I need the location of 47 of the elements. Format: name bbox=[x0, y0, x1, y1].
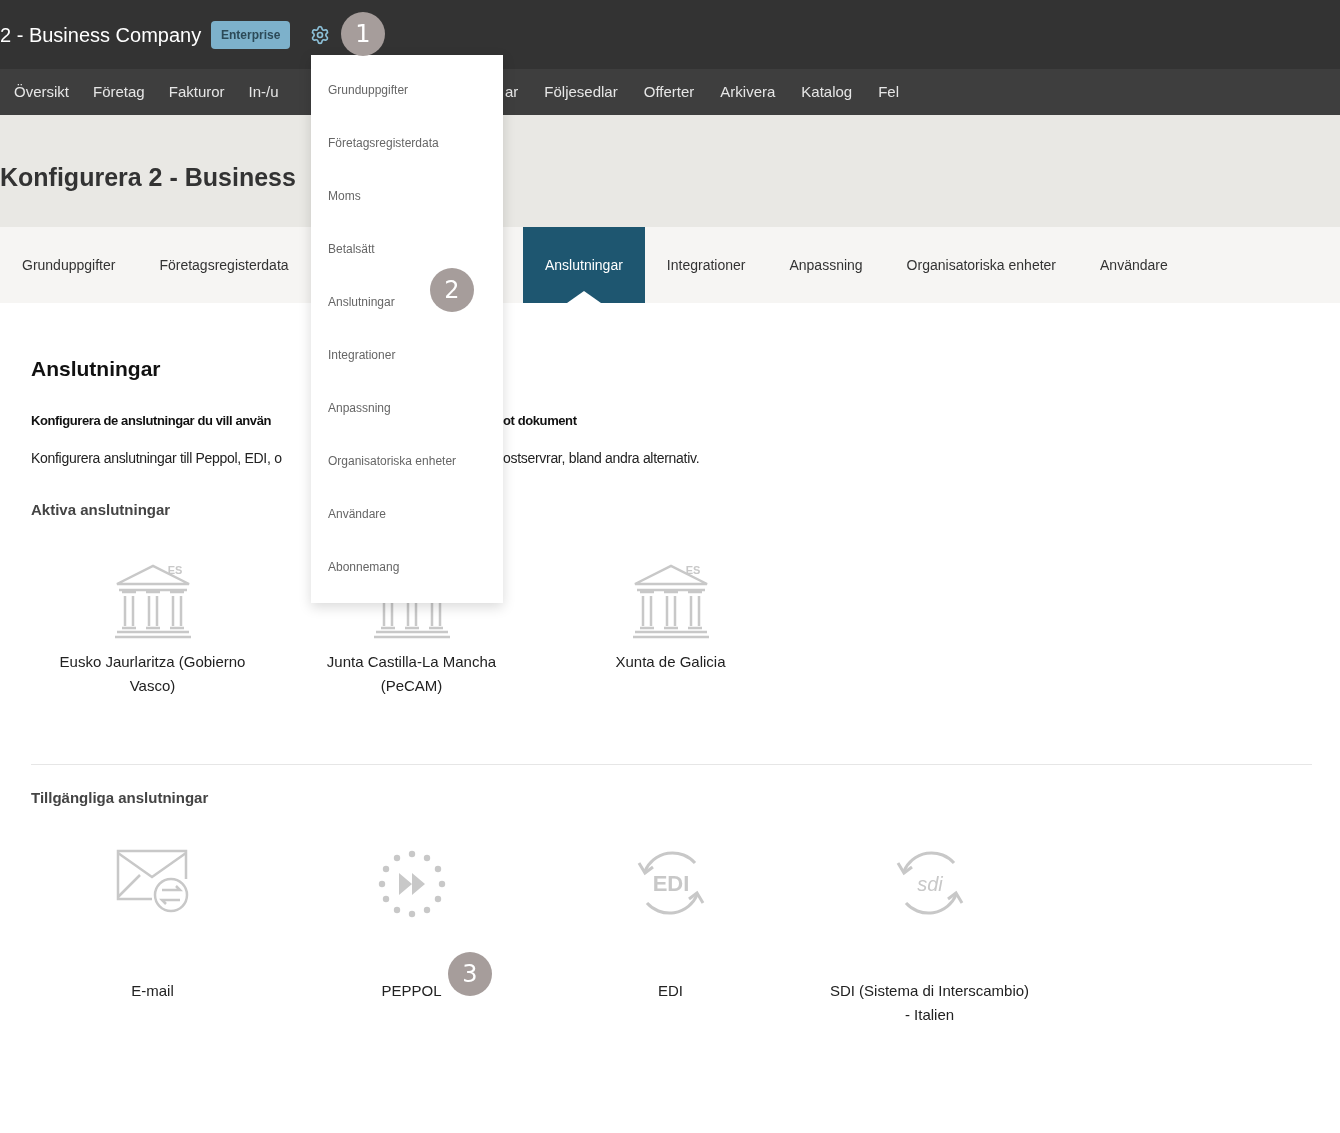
page-title: Konfigurera 2 - Business bbox=[0, 162, 296, 194]
nav-item[interactable]: Katalog bbox=[801, 80, 853, 104]
menu-item[interactable]: Abonnemang bbox=[328, 557, 400, 576]
tab[interactable]: Organisatoriska enheter bbox=[884, 227, 1079, 303]
tab[interactable]: Företagsregisterdata bbox=[137, 227, 311, 303]
nav-item[interactable]: Offerter bbox=[643, 80, 695, 104]
connection-label[interactable]: EDI bbox=[570, 979, 771, 1003]
nav-item[interactable]: Arkivera bbox=[720, 80, 776, 104]
section-title: Anslutningar bbox=[31, 356, 161, 382]
nav-item[interactable]: In-/u bbox=[248, 80, 279, 104]
lead-text: ot dokument bbox=[503, 411, 577, 430]
subsection-title: Aktiva anslutningar bbox=[31, 500, 171, 520]
lead-text: Konfigurera de anslutningar du vill använ bbox=[31, 412, 272, 428]
nav-item[interactable]: ar bbox=[505, 80, 519, 104]
tab[interactable]: Integrationer bbox=[644, 227, 768, 303]
settings-icon[interactable] bbox=[310, 24, 331, 45]
tab[interactable]: Användare bbox=[1078, 227, 1190, 303]
connection-label[interactable]: Xunta de Galicia bbox=[570, 649, 771, 674]
connection-label[interactable]: SDI (Sistema di Interscambio) - Italien bbox=[829, 979, 1030, 1027]
subsection-title: Tillgängliga anslutningar bbox=[31, 787, 209, 808]
description-text: ostservrar, bland andra alternativ. bbox=[503, 449, 700, 468]
callout-number: 3 bbox=[448, 952, 492, 996]
connection-label[interactable]: E-mail bbox=[52, 979, 253, 1003]
nav-item[interactable]: Fel bbox=[878, 80, 900, 104]
company-name: 2 - Business Company bbox=[0, 23, 202, 46]
star-ring-forward-icon bbox=[376, 849, 447, 919]
menu-item[interactable]: Organisatoriska enheter bbox=[328, 451, 457, 470]
menu-item[interactable]: Anpassning bbox=[328, 398, 391, 417]
nav-item[interactable]: Företag bbox=[93, 80, 145, 104]
menu-item[interactable]: Användare bbox=[328, 504, 387, 523]
description-text: Konfigurera anslutningar till Peppol, EDI, o bbox=[31, 450, 282, 466]
menu-item[interactable]: Integrationer bbox=[328, 345, 396, 364]
menu-item[interactable]: Betalsätt bbox=[328, 239, 375, 258]
connection-label[interactable]: Junta Castilla-La Mancha (PeCAM) bbox=[311, 649, 512, 698]
menu-item[interactable]: Anslutningar bbox=[328, 292, 395, 311]
nav-item[interactable]: Översikt bbox=[14, 80, 69, 104]
tab[interactable]: Anslutningar bbox=[523, 227, 645, 303]
connection-label[interactable]: Eusko Jaurlaritza (Gobierno Vasco) bbox=[52, 649, 253, 698]
menu-item[interactable]: Företagsregisterdata bbox=[328, 133, 439, 152]
envelope-exchange-icon bbox=[115, 849, 190, 913]
tab[interactable]: Anpassning bbox=[767, 227, 885, 303]
menu-item[interactable]: Grunduppgifter bbox=[328, 80, 409, 99]
tab[interactable]: Grunduppgifter bbox=[0, 227, 138, 303]
nav-item[interactable]: Följesedlar bbox=[544, 80, 618, 104]
menu-item[interactable]: Moms bbox=[328, 186, 361, 205]
plan-tag: Enterprise bbox=[211, 20, 291, 49]
nav-item[interactable]: Fakturor bbox=[168, 80, 225, 104]
